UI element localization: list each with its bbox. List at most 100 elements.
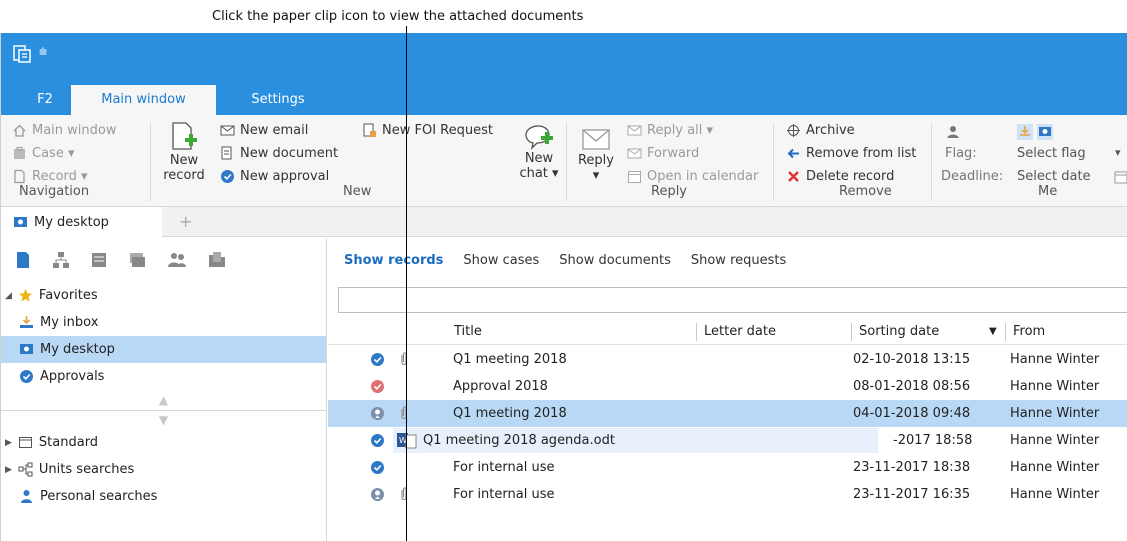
tab-show-cases[interactable]: Show cases [463, 253, 539, 268]
document-icon [221, 146, 232, 160]
navigation-group-label: Navigation [19, 184, 90, 199]
approval-icon [221, 170, 234, 183]
tab-settings[interactable]: Settings [233, 85, 323, 115]
tab-show-documents[interactable]: Show documents [559, 253, 671, 268]
ribbon-separator [566, 123, 567, 201]
pending-approval-icon [371, 488, 384, 501]
column-from[interactable]: From [1013, 324, 1045, 339]
inbox-tray-icon[interactable] [1017, 124, 1033, 140]
sidebar-item-label: My inbox [40, 315, 99, 330]
standard-node[interactable]: ▶ Standard [1, 429, 326, 456]
favorites-node[interactable]: ◢ Favorites [1, 282, 326, 309]
reply-group-label: Reply [651, 184, 688, 199]
nav-case-button[interactable]: Case ▾ [12, 146, 74, 161]
new-approval-button[interactable]: New approval [220, 169, 329, 184]
archive-button[interactable]: Archive [786, 123, 855, 138]
folder-docs-icon[interactable] [208, 251, 226, 269]
forward-button[interactable]: Forward [627, 146, 699, 161]
table-row[interactable]: For internal use 23-11-2017 16:35 Hanne … [328, 481, 1127, 508]
table-row[interactable]: Q1 meeting 2018 04-01-2018 09:48 Hanne W… [328, 400, 1127, 427]
quick-access-dropdown[interactable]: ⩧ [39, 44, 47, 60]
me-group-label: Me [1038, 184, 1058, 199]
expand-arrow-icon[interactable]: ▶ [5, 465, 12, 475]
column-separator[interactable] [696, 323, 697, 341]
deadline-label: Deadline: [941, 169, 1004, 184]
table-row[interactable]: For internal use 23-11-2017 18:38 Hanne … [328, 454, 1127, 481]
new-chat-button[interactable]: New chat ▾ [516, 123, 562, 181]
paperclip-icon[interactable] [399, 405, 409, 421]
search-input[interactable] [338, 287, 1127, 313]
me-more-dropdown[interactable]: ▾ [1115, 146, 1121, 159]
sidebar-item-approvals[interactable]: Approvals [1, 363, 326, 390]
tab-f2[interactable]: F2 [25, 85, 65, 115]
new-approval-label: New approval [240, 169, 330, 184]
units-searches-node[interactable]: ▶ Units searches [1, 456, 326, 483]
my-desktop-tab[interactable]: My desktop [1, 207, 162, 237]
record-icon [14, 169, 25, 184]
nav-record-button[interactable]: Record ▾ [12, 169, 88, 184]
new-foi-request-label: New FOI Request [382, 123, 493, 138]
new-document-button[interactable]: New document [220, 146, 338, 161]
units-searches-label: Units searches [38, 462, 135, 477]
delete-x-icon [788, 171, 799, 182]
sidebar-item-my-desktop[interactable]: My desktop [1, 336, 326, 363]
list-icon[interactable] [91, 251, 107, 269]
org-icon[interactable] [52, 251, 70, 269]
personal-searches-node[interactable]: Personal searches [1, 483, 326, 510]
mail-stack-icon[interactable] [128, 251, 146, 269]
remove-from-list-button[interactable]: Remove from list [786, 146, 916, 161]
column-header-row: Title Letter date Sorting date ▼ From [328, 319, 1127, 345]
ribbon-separator [150, 123, 151, 201]
desktop-icon[interactable] [1037, 124, 1053, 140]
new-record-button[interactable]: New record [161, 121, 207, 183]
expand-arrow-icon[interactable]: ◢ [5, 291, 12, 301]
new-foi-request-button[interactable]: New FOI Request [362, 123, 493, 138]
scroll-up-arrow[interactable]: ▲ [1, 390, 326, 410]
nav-main-window-button[interactable]: Main window [12, 123, 117, 138]
column-separator[interactable] [851, 323, 852, 341]
record-sorting-date: 23-11-2017 16:35 [853, 487, 971, 502]
sidebar-item-my-inbox[interactable]: My inbox [1, 309, 326, 336]
select-date-picker[interactable]: Select date [1017, 169, 1091, 184]
delete-record-button[interactable]: Delete record [786, 169, 894, 184]
tab-show-records[interactable]: Show records [344, 253, 443, 268]
check-circle-icon [20, 370, 33, 383]
paperclip-icon[interactable] [399, 486, 409, 502]
standard-label: Standard [38, 435, 99, 450]
tab-main-window[interactable]: Main window [71, 85, 216, 115]
column-sorting-date[interactable]: Sorting date [859, 324, 939, 339]
table-row[interactable]: Q1 meeting 2018 02-10-2018 13:15 Hanne W… [328, 346, 1127, 373]
select-flag-dropdown[interactable]: Select flag [1017, 146, 1086, 161]
rejected-check-icon [371, 380, 384, 393]
sidebar-item-label: My desktop [40, 342, 115, 357]
f2-app-icon[interactable] [13, 45, 31, 63]
open-in-calendar-button[interactable]: Open in calendar [627, 169, 758, 184]
table-row[interactable]: Approval 2018 08-01-2018 08:56 Hanne Win… [328, 373, 1127, 400]
reply-all-button[interactable]: Reply all ▾ [627, 123, 713, 138]
approved-check-icon [371, 434, 384, 447]
scroll-down-arrow[interactable]: ▼ [1, 411, 326, 429]
add-tab-button[interactable]: + [179, 212, 192, 231]
reply-button[interactable]: Reply ▾ [573, 127, 619, 183]
inbox-icon [20, 316, 33, 328]
expand-arrow-icon[interactable]: ▶ [5, 438, 12, 448]
record-sorting-date: 23-11-2017 18:38 [853, 460, 971, 475]
new-email-button[interactable]: New email [220, 123, 308, 138]
column-title[interactable]: Title [454, 324, 482, 339]
tab-show-requests[interactable]: Show requests [691, 253, 786, 268]
dragged-attachment[interactable]: W Q1 meeting 2018 agenda.odt [393, 428, 878, 453]
forward-label: Forward [647, 146, 700, 161]
new-chat-label-2: chat ▾ [519, 166, 559, 181]
column-letter-date[interactable]: Letter date [704, 324, 776, 339]
title-bar: ⩧ [1, 33, 1127, 76]
record-from: Hanne Winter [1010, 460, 1100, 475]
users-icon[interactable] [167, 251, 187, 269]
sort-desc-icon[interactable]: ▼ [989, 326, 997, 337]
folder-icon [18, 437, 32, 448]
paperclip-icon[interactable] [399, 351, 409, 367]
table-row[interactable]: W Q1 meeting 2018 agenda.odt -2017 18:58… [328, 427, 1127, 454]
star-icon [18, 289, 32, 302]
records-icon[interactable] [15, 251, 31, 269]
calendar-icon[interactable] [1114, 170, 1127, 184]
column-separator[interactable] [1005, 323, 1006, 341]
